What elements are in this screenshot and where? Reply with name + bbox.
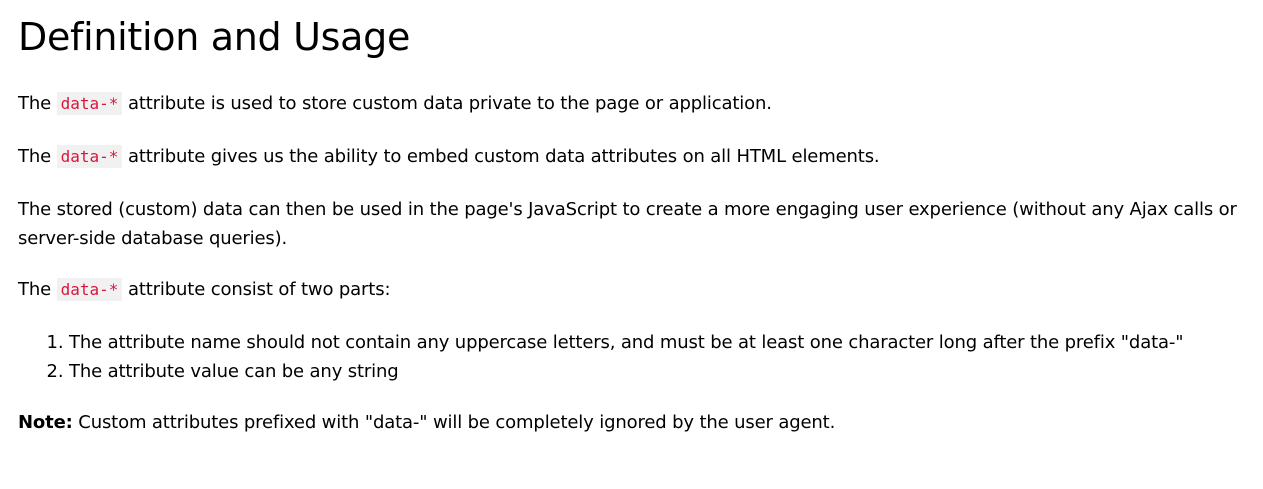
page-title: Definition and Usage [18,15,411,59]
main-content: Definition and Usage The data-* attribut… [0,0,1258,437]
paragraph-text: The [18,93,57,114]
inline-code: data-* [56,145,123,168]
parts-list: The attribute name should not contain an… [18,328,1258,386]
paragraph-parts-intro: The data-* attribute consist of two part… [18,275,1258,304]
paragraph-text: The [18,146,57,167]
paragraph-text: attribute gives us the ability to embed … [122,146,880,167]
list-item: The attribute name should not contain an… [69,328,1258,357]
paragraph-purpose: The data-* attribute is used to store cu… [18,89,1258,118]
inline-code: data-* [56,278,123,301]
paragraph-javascript-usage: The stored (custom) data can then be use… [18,199,1237,249]
paragraph-text: The [18,279,57,300]
list-item: The attribute value can be any string [69,357,1258,386]
paragraph-text: attribute is used to store custom data p… [122,93,772,114]
note-text: Custom attributes prefixed with "data-" … [72,412,836,433]
paragraph-text: attribute consist of two parts: [122,279,391,300]
note-paragraph: Note: Custom attributes prefixed with "d… [18,408,1258,437]
note-label: Note: [18,412,73,433]
inline-code: data-* [56,92,123,115]
paragraph-ability: The data-* attribute gives us the abilit… [18,142,1258,171]
